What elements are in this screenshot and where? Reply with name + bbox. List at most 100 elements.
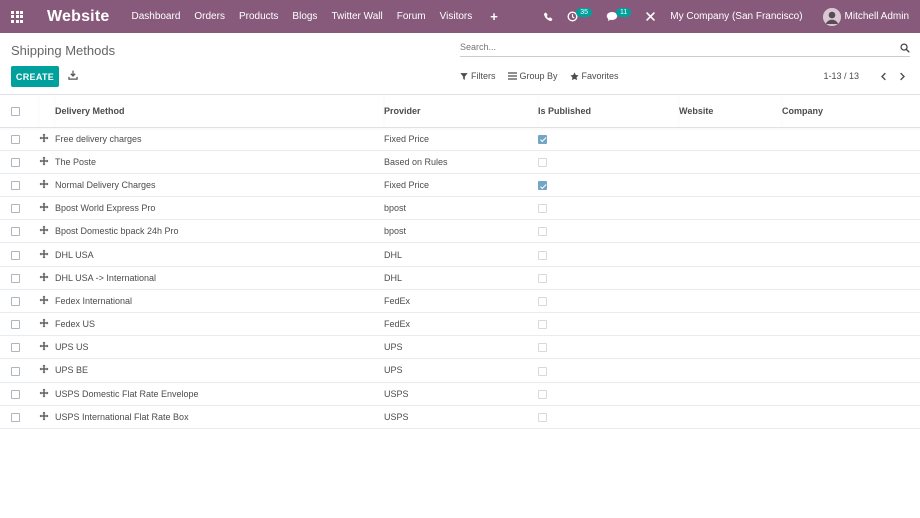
drag-handle-icon[interactable] bbox=[39, 179, 49, 189]
row-checkbox[interactable] bbox=[11, 227, 20, 237]
menu-products[interactable]: Products bbox=[239, 11, 278, 22]
search-options: Filters Group By Favorites bbox=[460, 71, 631, 81]
row-checkbox[interactable] bbox=[11, 157, 20, 167]
published-checkbox[interactable] bbox=[538, 320, 547, 330]
menu-forum[interactable]: Forum bbox=[397, 11, 426, 22]
cell-provider: DHL bbox=[384, 266, 538, 290]
search-bar[interactable] bbox=[460, 41, 910, 57]
table-row[interactable]: DHL USA -> International DHL bbox=[0, 266, 920, 290]
published-checkbox[interactable] bbox=[538, 389, 547, 399]
row-checkbox[interactable] bbox=[11, 250, 20, 260]
row-checkbox[interactable] bbox=[11, 389, 20, 399]
row-checkbox[interactable] bbox=[11, 204, 20, 214]
table-row[interactable]: Fedex International FedEx bbox=[0, 289, 920, 314]
menu-dashboard[interactable]: Dashboard bbox=[131, 11, 180, 22]
table-row[interactable]: UPS BE UPS bbox=[0, 358, 920, 383]
table-row[interactable]: Free delivery charges Fixed Price bbox=[0, 126, 920, 151]
cell-company bbox=[782, 335, 920, 360]
search-input[interactable] bbox=[460, 42, 890, 52]
menu-blogs[interactable]: Blogs bbox=[292, 11, 317, 22]
row-handle-cell bbox=[39, 173, 55, 198]
menu-orders[interactable]: Orders bbox=[194, 11, 225, 22]
cell-provider: USPS bbox=[384, 382, 538, 406]
select-all-checkbox[interactable] bbox=[11, 106, 20, 116]
table-row[interactable]: Fedex US FedEx bbox=[0, 312, 920, 337]
published-checkbox[interactable] bbox=[538, 134, 547, 144]
search-icon[interactable] bbox=[900, 43, 910, 56]
favorites-toggle[interactable]: Favorites bbox=[569, 71, 619, 81]
download-icon[interactable] bbox=[68, 70, 78, 83]
activity-clock-icon[interactable]: 35 bbox=[567, 8, 592, 22]
cell-is-published bbox=[538, 382, 679, 406]
row-select-cell bbox=[0, 150, 39, 174]
cell-provider: Fixed Price bbox=[384, 173, 538, 198]
published-checkbox[interactable] bbox=[538, 181, 547, 191]
phone-icon[interactable] bbox=[543, 12, 553, 22]
row-checkbox[interactable] bbox=[11, 320, 20, 330]
debug-tools-icon[interactable] bbox=[645, 11, 656, 22]
pager-value[interactable]: 1-13 / 13 bbox=[823, 71, 859, 81]
published-checkbox[interactable] bbox=[538, 273, 547, 283]
groupby-toggle[interactable]: Group By bbox=[507, 71, 558, 81]
table-row[interactable]: DHL USA DHL bbox=[0, 242, 920, 267]
drag-handle-icon[interactable] bbox=[39, 318, 49, 328]
drag-handle-icon[interactable] bbox=[39, 364, 49, 374]
cell-website bbox=[679, 150, 782, 174]
table-row[interactable]: UPS US UPS bbox=[0, 335, 920, 360]
drag-handle-icon[interactable] bbox=[39, 295, 49, 305]
table-row[interactable]: The Poste Based on Rules bbox=[0, 150, 920, 174]
published-checkbox[interactable] bbox=[538, 296, 547, 306]
drag-handle-icon[interactable] bbox=[39, 272, 49, 282]
new-content-button[interactable]: + bbox=[490, 9, 498, 24]
drag-handle-icon[interactable] bbox=[39, 341, 49, 351]
apps-menu-icon[interactable] bbox=[0, 0, 34, 33]
row-checkbox[interactable] bbox=[11, 134, 20, 144]
pager-next-icon[interactable] bbox=[895, 72, 909, 81]
create-button[interactable]: CREATE bbox=[11, 66, 59, 87]
messages-icon[interactable]: 11 bbox=[606, 8, 632, 22]
filters-toggle[interactable]: Filters bbox=[460, 71, 496, 81]
drag-handle-icon[interactable] bbox=[39, 202, 49, 212]
table-row[interactable]: USPS Domestic Flat Rate Envelope USPS bbox=[0, 382, 920, 406]
pager-previous-icon[interactable] bbox=[876, 72, 890, 81]
table-row[interactable]: Bpost World Express Pro bpost bbox=[0, 196, 920, 221]
cell-delivery-method: UPS US bbox=[55, 335, 384, 360]
cell-company bbox=[782, 173, 920, 198]
cell-is-published bbox=[538, 173, 679, 198]
menu-visitors[interactable]: Visitors bbox=[440, 11, 473, 22]
published-checkbox[interactable] bbox=[538, 204, 547, 214]
row-checkbox[interactable] bbox=[11, 273, 20, 283]
row-checkbox[interactable] bbox=[11, 343, 20, 353]
published-checkbox[interactable] bbox=[538, 366, 547, 376]
row-checkbox[interactable] bbox=[11, 366, 20, 376]
user-menu[interactable]: Mitchell Admin bbox=[822, 7, 909, 26]
published-checkbox[interactable] bbox=[538, 412, 547, 422]
drag-handle-icon[interactable] bbox=[39, 388, 49, 398]
company-switcher[interactable]: My Company (San Francisco) bbox=[670, 11, 802, 22]
table-row[interactable]: USPS International Flat Rate Box USPS bbox=[0, 405, 920, 429]
row-handle-cell bbox=[39, 335, 55, 360]
header-delivery-method[interactable]: Delivery Method bbox=[55, 95, 384, 128]
header-provider[interactable]: Provider bbox=[384, 95, 538, 128]
published-checkbox[interactable] bbox=[538, 157, 547, 167]
table-row[interactable]: Bpost Domestic bpack 24h Pro bpost bbox=[0, 219, 920, 244]
cell-delivery-method: The Poste bbox=[55, 150, 384, 174]
row-checkbox[interactable] bbox=[11, 412, 20, 422]
table-row[interactable]: Normal Delivery Charges Fixed Price bbox=[0, 173, 920, 198]
row-handle-cell bbox=[39, 382, 55, 406]
row-checkbox[interactable] bbox=[11, 296, 20, 306]
drag-handle-icon[interactable] bbox=[39, 411, 49, 421]
header-is-published[interactable]: Is Published bbox=[538, 95, 679, 128]
published-checkbox[interactable] bbox=[538, 227, 547, 237]
drag-handle-icon[interactable] bbox=[39, 133, 49, 143]
published-checkbox[interactable] bbox=[538, 343, 547, 353]
menu-twitter-wall[interactable]: Twitter Wall bbox=[331, 11, 382, 22]
drag-handle-icon[interactable] bbox=[39, 156, 49, 166]
header-website[interactable]: Website bbox=[679, 95, 782, 128]
row-checkbox[interactable] bbox=[11, 181, 20, 191]
app-brand[interactable]: Website bbox=[47, 8, 109, 26]
drag-handle-icon[interactable] bbox=[39, 225, 49, 235]
drag-handle-icon[interactable] bbox=[39, 249, 49, 259]
header-company[interactable]: Company bbox=[782, 95, 920, 128]
published-checkbox[interactable] bbox=[538, 250, 547, 260]
